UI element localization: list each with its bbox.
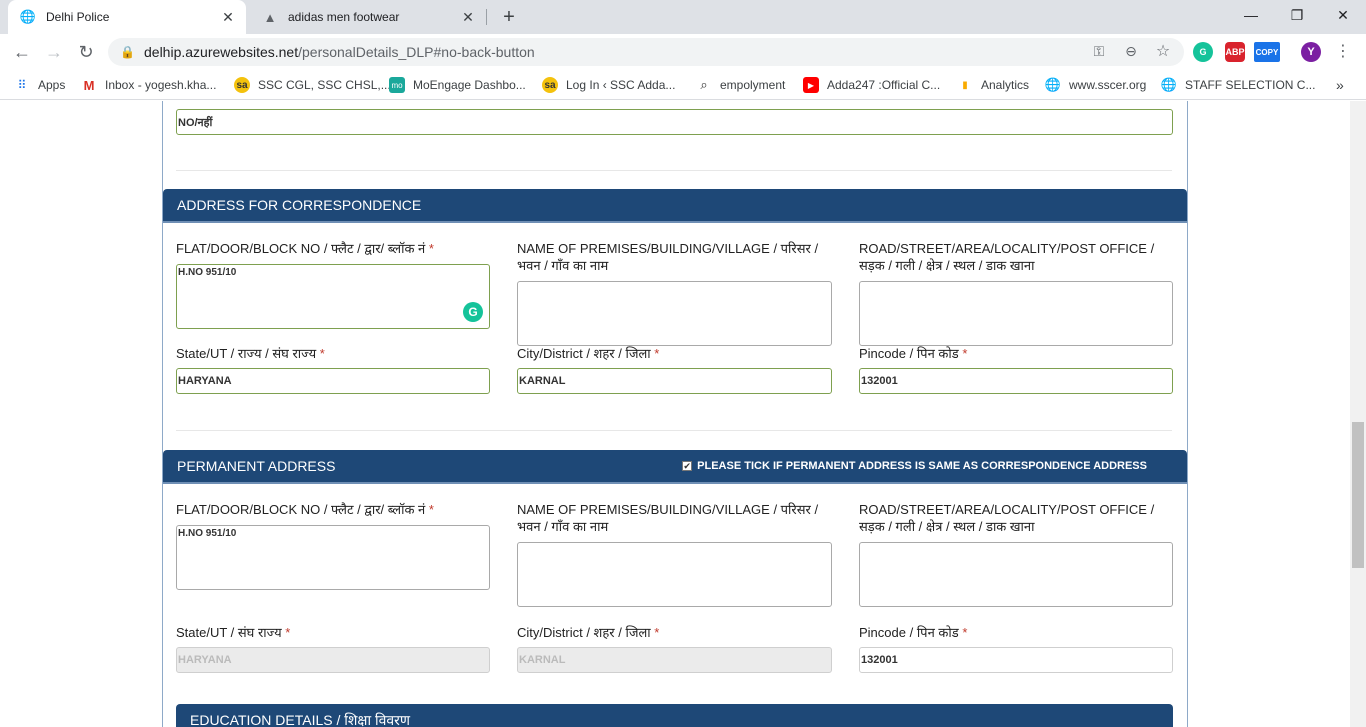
bookmark-analytics[interactable]: ▮ Analytics [957,76,1029,94]
tab-separator [486,9,487,25]
key-icon[interactable]: ⚿ [1088,40,1110,62]
perm-flat-input[interactable]: H.NO 951/10 [176,525,490,590]
analytics-icon: ▮ [962,79,968,91]
bookmark-adda247[interactable]: ▶ Adda247 :Official C... [803,76,940,94]
previous-answer-field[interactable]: NO/नहीं [176,109,1173,135]
forward-button[interactable]: → [40,38,68,66]
moengage-icon: mo [389,77,405,93]
close-window-button[interactable]: ✕ [1320,0,1366,30]
youtube-icon: ▶ [803,77,819,93]
globe-icon: 🌐 [1160,77,1178,92]
same-address-label: PLEASE TICK IF PERMANENT ADDRESS IS SAME… [697,460,1147,472]
corr-city-label: City/District / शहर / जिला * [517,346,660,361]
tab-title: adidas men footwear [288,10,400,24]
restore-button[interactable]: ❐ [1274,0,1320,30]
sa-icon: sa [234,77,250,93]
browser-toolbar: ← → ↻ 🔒 delhip.azurewebsites.net/persona… [0,34,1366,70]
bookmark-empolyment[interactable]: ⌕ empolyment [696,76,785,94]
education-header: EDUCATION DETAILS / शिक्षा विवरण [176,704,1173,727]
globe-icon: 🌐 [19,9,37,24]
corr-pincode-input[interactable]: 132001 [859,368,1173,394]
bookmark-inbox[interactable]: M Inbox - yogesh.kha... [81,76,217,94]
perm-city-label: City/District / शहर / जिला * [517,625,660,640]
perm-flat-label: FLAT/DOOR/BLOCK NO / फ्लैट / द्वार/ ब्लॉ… [176,502,434,517]
close-icon[interactable]: ✕ [220,9,236,25]
minimize-button[interactable]: — [1228,0,1274,30]
new-tab-button[interactable]: + [498,6,520,28]
page-viewport: NO/नहीं ADDRESS FOR CORRESPONDENCE FLAT/… [0,101,1350,727]
grammarly-icon[interactable]: G [463,302,483,322]
correspondence-header: ADDRESS FOR CORRESPONDENCE [163,189,1187,223]
bookmark-moengage[interactable]: mo MoEngage Dashbo... [389,76,526,94]
perm-state-label: State/UT / संघ राज्य * [176,625,291,640]
section-title: ADDRESS FOR CORRESPONDENCE [177,197,422,213]
address-bar[interactable]: 🔒 delhip.azurewebsites.net/personalDetai… [108,38,1184,66]
corr-flat-label: FLAT/DOOR/BLOCK NO / फ्लैट / द्वार/ ब्लॉ… [176,241,434,256]
section-title: EDUCATION DETAILS / शिक्षा विवरण [190,711,411,727]
same-address-checkbox[interactable]: ✔ [682,461,693,471]
corr-flat-input[interactable]: H.NO 951/10 [176,264,490,329]
permanent-header: PERMANENT ADDRESS ✔ PLEASE TICK IF PERMA… [163,450,1187,484]
apps-grid-icon: ⠿ [17,78,27,92]
perm-city-select[interactable]: KARNAL [517,647,832,673]
perm-road-input[interactable] [859,542,1173,607]
zoom-icon[interactable]: ⊖ [1120,40,1142,62]
perm-pincode-input[interactable]: 132001 [859,647,1173,673]
corr-city-select[interactable]: KARNAL [517,368,832,394]
profile-avatar[interactable]: Y [1301,42,1321,62]
perm-pincode-label: Pincode / पिन कोड * [859,625,968,640]
adidas-icon: ▲ [263,9,277,25]
bookmarks-bar: ⠿ Apps M Inbox - yogesh.kha... sa SSC CGL, … [0,70,1366,100]
tab-strip: 🌐 Delhi Police ✕ ▲ adidas men footwear ✕… [0,0,1366,34]
sa-icon: sa [542,77,558,93]
corr-road-label: ROAD/STREET/AREA/LOCALITY/POST OFFICE / स… [859,241,1155,273]
same-address-checkbox-wrap[interactable]: ✔ PLEASE TICK IF PERMANENT ADDRESS IS SA… [682,460,1147,472]
menu-icon[interactable]: ⋮ [1332,40,1354,62]
close-icon[interactable]: ✕ [460,9,476,25]
gmail-icon: M [83,77,95,93]
section-title: PERMANENT ADDRESS [177,458,336,474]
bookmark-apps[interactable]: ⠿ Apps [14,76,66,94]
tab-adidas[interactable]: ▲ adidas men footwear ✕ [250,0,486,34]
more-bookmarks-icon[interactable]: » [1336,76,1344,94]
bookmark-staff-selection[interactable]: 🌐 STAFF SELECTION C... [1160,76,1316,94]
grammarly-extension-icon[interactable]: G [1193,42,1213,62]
perm-premises-input[interactable] [517,542,832,607]
reload-button[interactable]: ↻ [72,38,100,66]
star-icon[interactable]: ☆ [1152,40,1174,62]
search-icon: ⌕ [700,77,708,92]
globe-icon: 🌐 [1044,77,1062,92]
corr-state-label: State/UT / राज्य / संघ राज्य * [176,346,325,361]
perm-state-select[interactable]: HARYANA [176,647,490,673]
back-button[interactable]: ← [8,38,36,66]
perm-premises-label: NAME OF PREMISES/BUILDING/VILLAGE / परिस… [517,502,819,534]
corr-premises-label: NAME OF PREMISES/BUILDING/VILLAGE / परिस… [517,241,819,273]
divider [176,170,1172,171]
divider [176,430,1172,431]
perm-road-label: ROAD/STREET/AREA/LOCALITY/POST OFFICE / स… [859,502,1155,534]
adblock-extension-icon[interactable]: ABP [1225,42,1245,62]
url-host: delhip.azurewebsites.net [144,44,299,60]
corr-premises-input[interactable] [517,281,832,346]
bookmark-ssc-cgl[interactable]: sa SSC CGL, SSC CHSL,... [234,76,391,94]
page-scrollbar[interactable] [1350,101,1366,727]
copy-extension-icon[interactable]: COPY [1254,42,1280,62]
tab-delhi-police[interactable]: 🌐 Delhi Police ✕ [8,0,246,34]
corr-road-input[interactable] [859,281,1173,346]
lock-icon: 🔒 [120,45,135,59]
bookmark-sscer[interactable]: 🌐 www.sscer.org [1045,76,1146,94]
tab-title: Delhi Police [46,10,110,24]
bookmark-ssc-adda[interactable]: sa Log In ‹ SSC Adda... [542,76,675,94]
url-path: /personalDetails_DLP#no-back-button [298,44,535,60]
corr-state-select[interactable]: HARYANA [176,368,490,394]
corr-pincode-label: Pincode / पिन कोड * [859,346,968,361]
scrollbar-thumb[interactable] [1352,422,1364,568]
